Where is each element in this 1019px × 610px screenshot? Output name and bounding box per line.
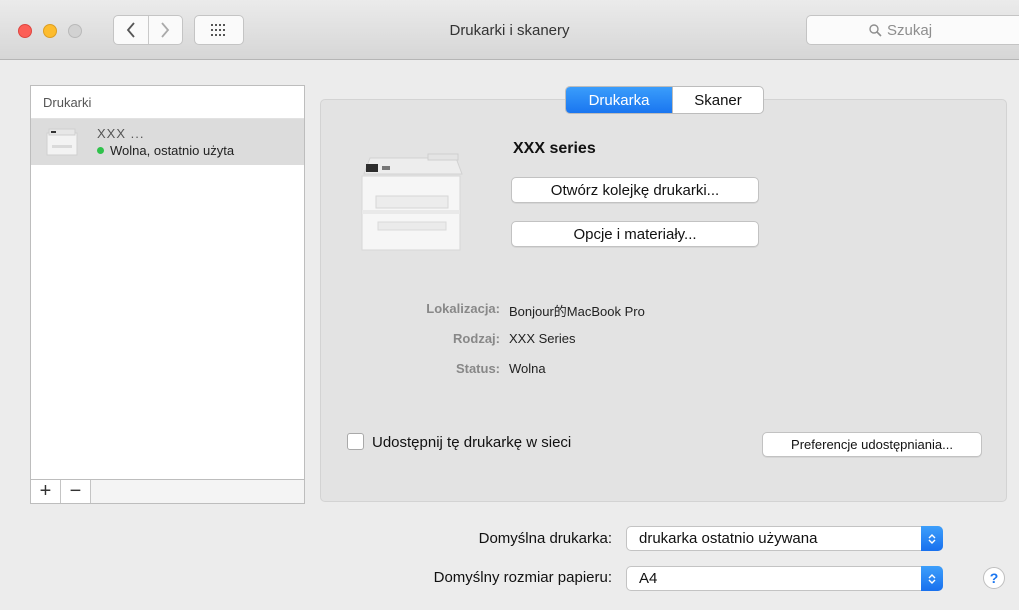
tab-scanner[interactable]: Skaner [672, 87, 763, 113]
status-label: Status: [455, 361, 500, 376]
status-dot-icon [97, 147, 104, 154]
search-field[interactable]: Szukaj [806, 15, 1019, 45]
default-printer-label: Domyślna drukarka: [478, 530, 612, 547]
printer-title: XXX series [513, 140, 596, 157]
location-value: Bonjour的MacBook Pro [509, 304, 645, 319]
tab-printer[interactable]: Drukarka [566, 87, 672, 113]
default-paper-size-select[interactable]: A4 [626, 566, 943, 591]
printer-name: XXX ... [97, 126, 145, 141]
printer-list: Drukarki XXX ... Wolna, ostatnio użyta +… [30, 85, 305, 504]
open-print-queue-button[interactable]: Otwórz kolejkę drukarki... [511, 177, 759, 203]
remove-printer-button[interactable]: − [61, 480, 91, 503]
printer-status: Wolna, ostatnio użyta [110, 143, 235, 158]
printer-image [361, 153, 463, 251]
options-and-supplies-button[interactable]: Opcje i materiały... [511, 221, 759, 247]
search-icon [869, 23, 882, 37]
list-footer: + − [31, 479, 304, 503]
default-paper-size-label: Domyślny rozmiar papieru: [433, 569, 612, 586]
kind-value: XXX Series [509, 331, 576, 346]
printer-list-header: Drukarki [31, 86, 304, 119]
location-label: Lokalizacja: [426, 301, 500, 316]
kind-label: Rodzaj: [453, 331, 500, 346]
search-placeholder: Szukaj [887, 21, 933, 39]
printer-list-item[interactable]: XXX ... Wolna, ostatnio użyta [31, 119, 304, 165]
default-paper-size-value: A4 [639, 570, 658, 587]
select-arrows-icon [921, 566, 943, 591]
help-button[interactable]: ? [983, 567, 1005, 589]
default-printer-value: drukarka ostatnio używana [639, 530, 818, 547]
select-arrows-icon [921, 526, 943, 551]
title-bar: Drukarki i skanery Szukaj [0, 0, 1019, 60]
status-value: Wolna [509, 361, 546, 376]
share-printer-label[interactable]: Udostępnij tę drukarkę w sieci [372, 434, 571, 451]
add-printer-button[interactable]: + [31, 480, 61, 503]
share-printer-checkbox[interactable] [347, 433, 364, 450]
printer-thumbnail-icon [46, 128, 78, 156]
printer-scanner-tabs: Drukarka Skaner [565, 86, 764, 114]
footer-spacer [91, 480, 304, 503]
sharing-preferences-button[interactable]: Preferencje udostępniania... [762, 432, 982, 457]
default-printer-select[interactable]: drukarka ostatnio używana [626, 526, 943, 551]
